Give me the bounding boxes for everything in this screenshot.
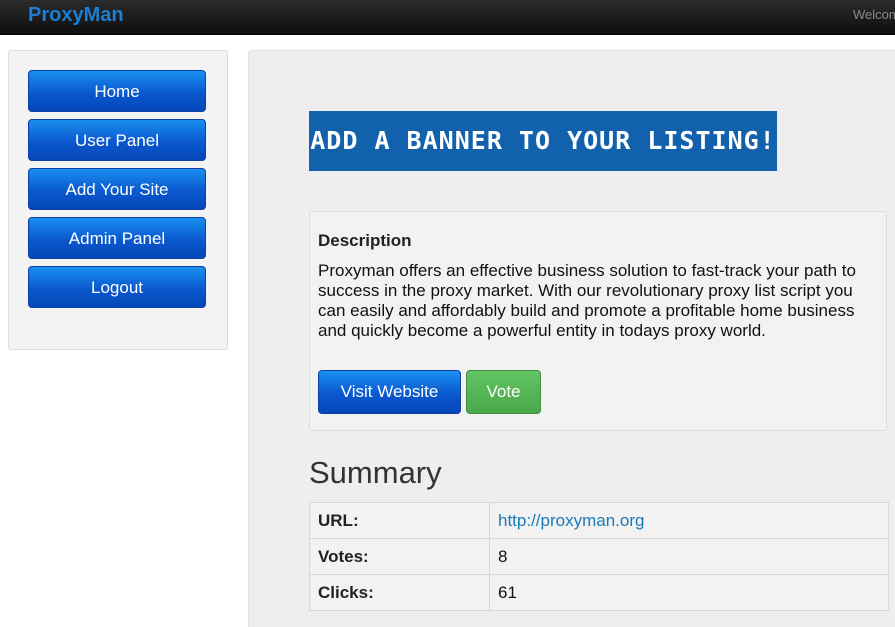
table-row: Clicks: 61	[309, 574, 889, 611]
summary-key-clicks: Clicks:	[309, 574, 490, 611]
brand-logo[interactable]: ProxyMan	[28, 3, 124, 27]
sidebar-item-logout[interactable]: Logout	[28, 266, 206, 308]
top-navbar: ProxyMan Welcome	[0, 0, 895, 35]
summary-value-clicks: 61	[489, 574, 889, 611]
summary-value-votes: 8	[489, 538, 889, 575]
summary-table: URL: http://proxyman.org Votes: 8 Clicks…	[309, 502, 889, 611]
table-row: URL: http://proxyman.org	[309, 502, 889, 539]
sidebar: Home User Panel Add Your Site Admin Pane…	[8, 50, 228, 350]
description-box: Description Proxyman offers an effective…	[309, 211, 887, 431]
listing-banner[interactable]: ADD A BANNER TO YOUR LISTING!	[309, 111, 777, 171]
sidebar-item-user-panel[interactable]: User Panel	[28, 119, 206, 161]
description-title: Description	[318, 231, 412, 250]
description-text: Proxyman offers an effective business so…	[318, 261, 856, 340]
main-content: ADD A BANNER TO YOUR LISTING! Descriptio…	[248, 50, 895, 627]
summary-key-votes: Votes:	[309, 538, 490, 575]
vote-button[interactable]: Vote	[466, 370, 541, 414]
sidebar-item-home[interactable]: Home	[28, 70, 206, 112]
table-row: Votes: 8	[309, 538, 889, 575]
welcome-text: Welcome	[853, 7, 895, 22]
visit-website-button[interactable]: Visit Website	[318, 370, 461, 414]
summary-title: Summary	[309, 455, 442, 490]
sidebar-item-admin-panel[interactable]: Admin Panel	[28, 217, 206, 259]
sidebar-item-add-your-site[interactable]: Add Your Site	[28, 168, 206, 210]
site-url-link[interactable]: http://proxyman.org	[498, 511, 644, 530]
summary-value-url: http://proxyman.org	[489, 502, 889, 539]
summary-key-url: URL:	[309, 502, 490, 539]
